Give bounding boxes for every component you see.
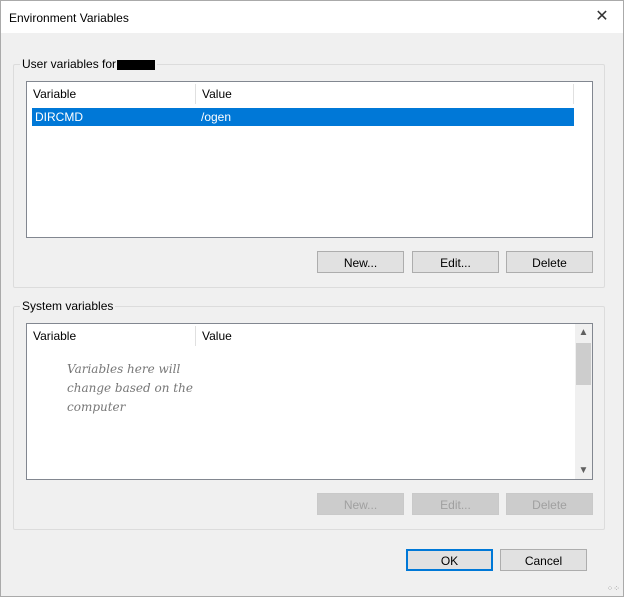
user-variables-list[interactable]: Variable Value DIRCMD /ogen — [26, 81, 593, 238]
window-title: Environment Variables — [9, 11, 129, 25]
column-header-value[interactable]: Value — [196, 324, 232, 348]
system-variables-label: System variables — [20, 299, 116, 313]
user-edit-button[interactable]: Edit... — [412, 251, 499, 273]
column-header-value[interactable]: Value — [196, 82, 232, 106]
system-new-button[interactable]: New... — [317, 493, 404, 515]
user-variables-label: User variables for — [20, 57, 158, 71]
redacted-username — [117, 59, 156, 70]
system-delete-button[interactable]: Delete — [506, 493, 593, 515]
user-new-button[interactable]: New... — [317, 251, 404, 273]
scroll-thumb[interactable] — [576, 343, 591, 385]
column-header-variable[interactable]: Variable — [27, 324, 76, 348]
list-header: Variable Value — [27, 324, 592, 348]
scroll-up-icon[interactable]: ▲ — [575, 324, 592, 341]
scroll-down-icon[interactable]: ▼ — [575, 462, 592, 479]
ok-button[interactable]: OK — [406, 549, 493, 571]
list-item[interactable]: DIRCMD /ogen — [32, 108, 574, 126]
column-header-variable[interactable]: Variable — [27, 82, 76, 106]
system-variables-list[interactable]: Variable Value Variables here will chang… — [26, 323, 593, 480]
title-bar: Environment Variables ✕ — [1, 1, 623, 33]
user-delete-button[interactable]: Delete — [506, 251, 593, 273]
resize-grip-icon[interactable]: ⁘⁘ — [607, 584, 620, 593]
system-variables-group: System variables Variable Value Variable… — [13, 299, 605, 530]
variable-value-cell: /ogen — [201, 110, 232, 124]
cancel-button[interactable]: Cancel — [500, 549, 587, 571]
list-header: Variable Value — [27, 82, 592, 106]
user-variables-label-text: User variables for — [22, 57, 117, 71]
variable-name-cell: DIRCMD — [35, 110, 83, 124]
vertical-scrollbar[interactable]: ▲ ▼ — [575, 324, 592, 479]
user-variables-group: User variables for Variable Value DIRCMD… — [13, 57, 605, 288]
close-icon[interactable]: ✕ — [591, 7, 613, 27]
system-edit-button[interactable]: Edit... — [412, 493, 499, 515]
column-separator[interactable] — [573, 84, 574, 104]
annotation-note: Variables here will change based on the … — [67, 362, 193, 414]
environment-variables-dialog: Environment Variables ✕ User variables f… — [0, 0, 624, 597]
